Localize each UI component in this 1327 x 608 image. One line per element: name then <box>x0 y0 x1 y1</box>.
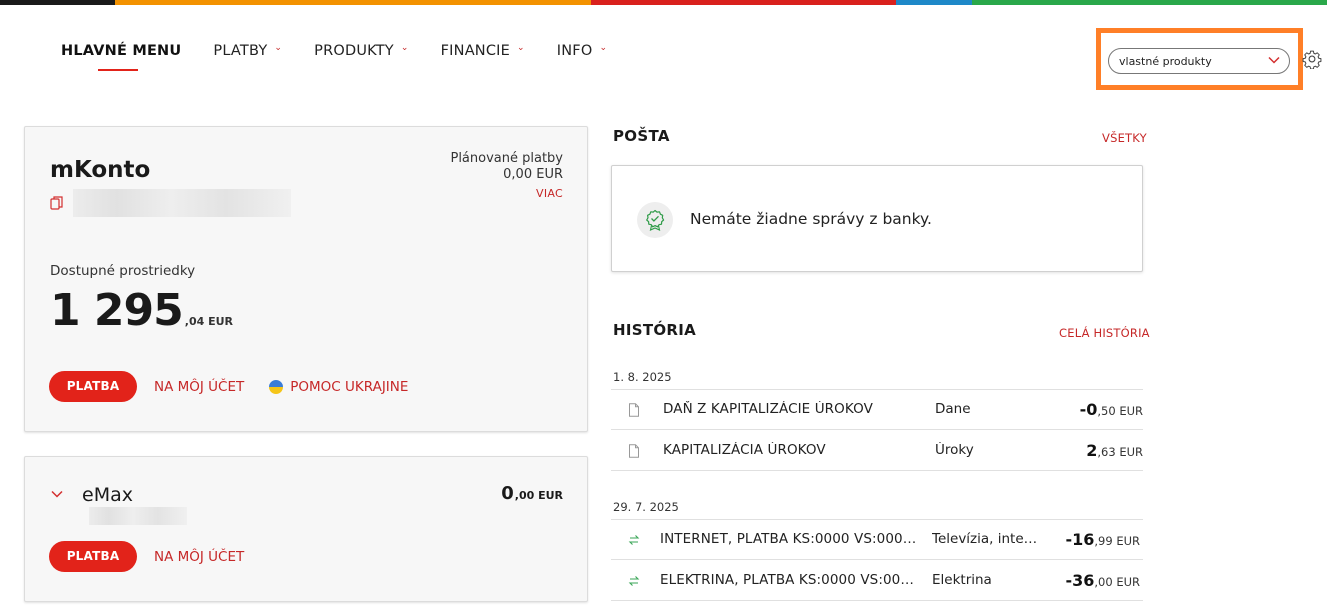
transaction-category: Úroky <box>935 442 974 458</box>
transaction-category: Elektrina <box>932 572 992 588</box>
amount-decimal: ,50 EUR <box>1097 404 1143 418</box>
document-icon <box>629 444 639 458</box>
nav-item-info[interactable]: INFO ⌄ <box>557 43 607 59</box>
amount-integer: 2 <box>1086 441 1098 460</box>
help-ukraine-link[interactable]: POMOC UKRAJINE <box>261 379 408 395</box>
amount-decimal: ,63 EUR <box>1097 445 1143 459</box>
amount-integer: -36 <box>1065 571 1095 590</box>
history-row[interactable]: INTERNET, PLATBA KS:0000 VS:0000000000 T… <box>611 520 1143 560</box>
transaction-amount: -36 ,00 EUR <box>1065 571 1140 590</box>
payment-button[interactable]: PLATBA <box>49 371 137 402</box>
masked-iban <box>89 507 187 525</box>
account-name: mKonto <box>50 157 151 183</box>
nav-item-label: INFO <box>556 43 593 59</box>
brand-color-bar <box>0 0 1327 5</box>
transfer-icon <box>628 535 640 545</box>
gear-icon[interactable] <box>1302 49 1322 69</box>
transaction-amount: -0 ,50 EUR <box>1080 400 1143 419</box>
mail-box: Nemáte žiadne správy z banky. <box>611 165 1143 272</box>
badge-check-icon <box>637 202 673 238</box>
color-bar-segment <box>115 0 591 5</box>
payment-button[interactable]: PLATBA <box>49 541 137 572</box>
main-nav: HLAVNÉ MENU PLATBY ⌄ PRODUKTY ⌄ FINANCIE… <box>61 43 639 71</box>
transaction-description: ELEKTRINA, PLATBA KS:0000 VS:0000000000 <box>660 572 920 588</box>
nav-item-main-menu[interactable]: HLAVNÉ MENU <box>61 43 182 71</box>
product-filter-select[interactable]: vlastné produkty <box>1108 48 1290 74</box>
help-ukraine-label: POMOC UKRAJINE <box>290 378 409 395</box>
nav-item-finance[interactable]: FINANCIE ⌄ <box>441 43 525 59</box>
chevron-down-icon <box>1268 56 1280 64</box>
account-actions: PLATBA NA MÔJ ÚČET POMOC UKRAJINE <box>49 371 408 402</box>
transfer-icon <box>628 576 640 586</box>
chevron-down-icon: ⌄ <box>400 43 409 53</box>
balance-integer: 1 295 <box>50 285 184 336</box>
history-date: 1. 8. 2025 <box>613 370 672 384</box>
account-actions: PLATBA NA MÔJ ÚČET <box>49 541 244 572</box>
chevron-down-icon[interactable] <box>50 487 64 501</box>
chevron-down-icon: ⌄ <box>517 43 525 53</box>
copy-icon[interactable] <box>50 195 64 211</box>
history-title: HISTÓRIA <box>613 321 697 339</box>
transaction-description: KAPITALIZÁCIA ÚROKOV <box>663 442 826 458</box>
badge-check-icon <box>646 209 665 231</box>
chevron-down-icon: ⌄ <box>599 43 608 53</box>
account-name: eMax <box>82 484 133 506</box>
available-funds-label: Dostupné prostriedky <box>50 263 196 279</box>
transaction-description: DAŇ Z KAPITALIZÁCIE ÚROKOV <box>663 401 873 417</box>
balance-decimal: ,04 EUR <box>184 315 234 328</box>
transaction-description: INTERNET, PLATBA KS:0000 VS:0000000000 <box>660 531 920 547</box>
transaction-amount: 2 ,63 EUR <box>1086 441 1143 460</box>
amount-decimal: ,99 EUR <box>1094 534 1140 548</box>
transaction-amount: -16 ,99 EUR <box>1065 530 1140 549</box>
balance-integer: 0 <box>501 483 514 504</box>
document-icon <box>629 403 639 417</box>
history-date: 29. 7. 2025 <box>613 500 679 514</box>
history-row[interactable]: KAPITALIZÁCIA ÚROKOV Úroky 2 ,63 EUR <box>611 431 1143 471</box>
chevron-down-icon: ⌄ <box>274 43 283 53</box>
history-row[interactable]: DAŇ Z KAPITALIZÁCIE ÚROKOV Dane -0 ,50 E… <box>611 390 1143 430</box>
amount-decimal: ,00 EUR <box>1094 575 1140 589</box>
history-row[interactable]: ELEKTRINA, PLATBA KS:0000 VS:0000000000 … <box>611 561 1143 601</box>
nav-item-payments[interactable]: PLATBY ⌄ <box>213 43 282 59</box>
nav-item-label: FINANCIE <box>440 43 511 59</box>
nav-item-products[interactable]: PRODUKTY ⌄ <box>314 43 408 59</box>
history-all-link[interactable]: CELÁ HISTÓRIA <box>1059 326 1150 340</box>
planned-payments-label: Plánované platby <box>450 151 563 166</box>
product-filter-value: vlastné produkty <box>1119 55 1212 68</box>
mail-empty-message: Nemáte žiadne správy z banky. <box>690 210 932 228</box>
account-card-emax: eMax 0 ,00 EUR PLATBA NA MÔJ ÚČET <box>24 456 588 602</box>
nav-item-label: PRODUKTY <box>314 43 394 59</box>
own-account-link[interactable]: NA MÔJ ÚČET <box>154 549 244 565</box>
mail-title: POŠTA <box>613 127 670 145</box>
nav-item-label: HLAVNÉ MENU <box>61 43 182 59</box>
transaction-category: Dane <box>935 401 971 417</box>
planned-payments-value: 0,00 EUR <box>503 167 563 182</box>
account-balance: 0 ,00 EUR <box>501 483 563 504</box>
color-bar-segment <box>896 0 972 5</box>
available-balance: 1 295 ,04 EUR <box>50 285 233 336</box>
color-bar-segment <box>591 0 896 5</box>
amount-integer: -0 <box>1079 400 1098 419</box>
masked-iban <box>73 189 291 217</box>
balance-decimal: ,00 EUR <box>514 489 563 502</box>
transaction-category: Televízia, internet <box>932 531 1042 547</box>
account-card-mkonto: mKonto Plánované platby 0,00 EUR VIAC Do… <box>24 126 588 432</box>
ukraine-flag-icon <box>269 379 284 394</box>
own-account-link[interactable]: NA MÔJ ÚČET <box>154 379 244 395</box>
color-bar-segment <box>972 0 1327 5</box>
more-link[interactable]: VIAC <box>450 186 563 202</box>
color-bar-segment <box>0 0 115 5</box>
planned-payments: Plánované platby 0,00 EUR VIAC <box>450 151 563 202</box>
amount-integer: -16 <box>1065 530 1095 549</box>
nav-item-label: PLATBY <box>213 43 268 59</box>
mail-all-link[interactable]: VŠETKY <box>1102 131 1147 145</box>
